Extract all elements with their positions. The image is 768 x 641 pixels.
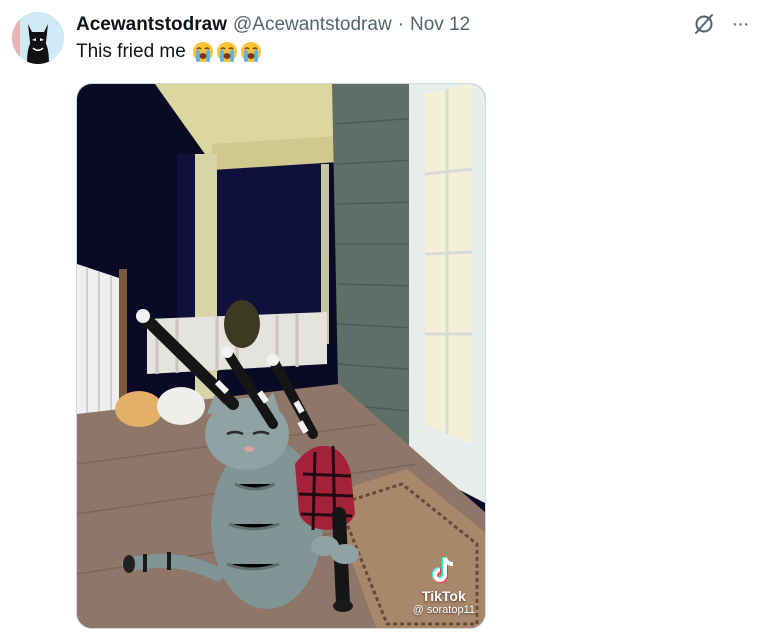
user-handle[interactable]: @Acewantstodraw — [233, 14, 392, 36]
emoji-group — [192, 41, 262, 63]
loudly-crying-face-icon — [216, 42, 237, 62]
post-text: This fried me — [76, 41, 262, 63]
tiktok-label: TikTok — [421, 588, 466, 604]
video-media[interactable]: TikTok @ soratop11 — [76, 83, 486, 629]
post-text-content: This fried me — [76, 41, 186, 62]
tiktok-watermark: TikTok @ soratop11 — [413, 556, 475, 616]
post-date[interactable]: Nov 12 — [410, 14, 470, 36]
more-icon[interactable]: ··· — [728, 12, 752, 36]
loudly-crying-face-icon — [240, 42, 261, 62]
tiktok-icon — [431, 557, 453, 583]
video-frame — [77, 84, 485, 628]
loudly-crying-face-icon — [192, 42, 213, 62]
tiktok-username: @ soratop11 — [412, 604, 475, 616]
avatar[interactable] — [12, 12, 64, 64]
grok-icon[interactable] — [692, 12, 716, 36]
display-name[interactable]: Acewantstodraw — [76, 14, 227, 36]
separator-dot: · — [397, 14, 405, 35]
post-header: Acewantstodraw @Acewantstodraw · Nov 12 — [76, 12, 470, 38]
